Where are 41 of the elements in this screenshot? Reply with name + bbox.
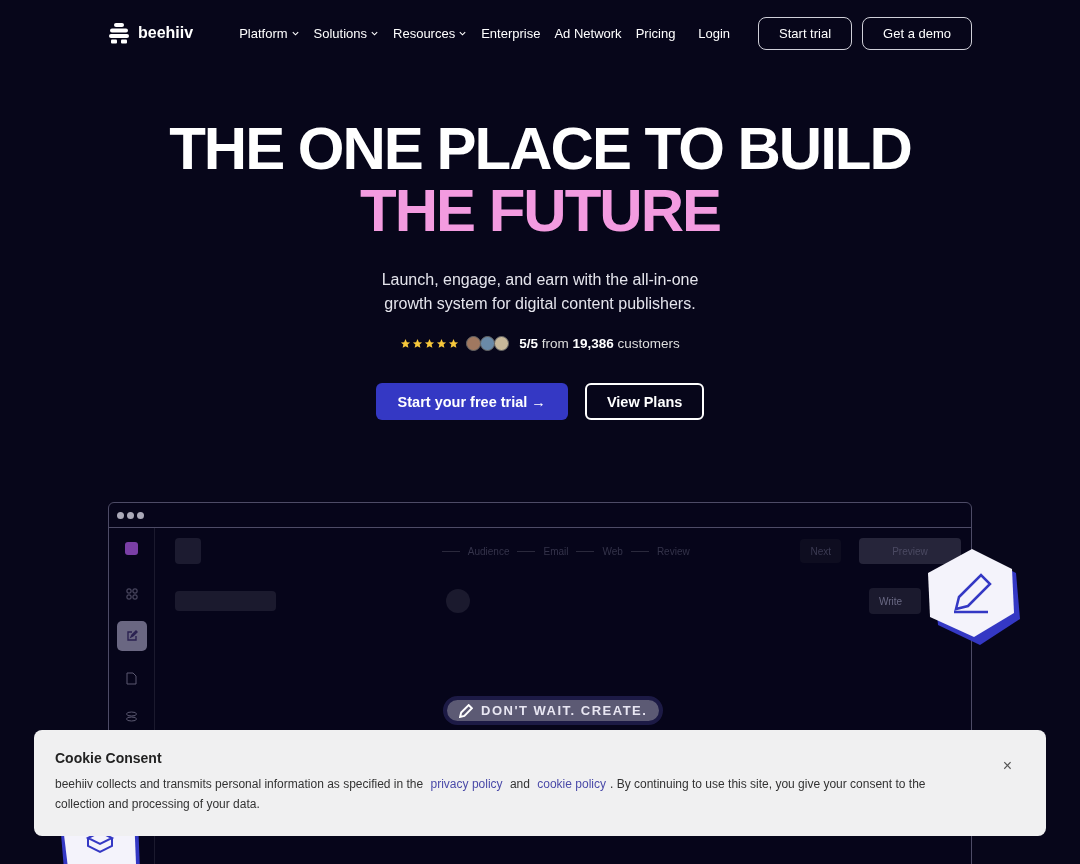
nav-link[interactable]: Ad Network bbox=[554, 25, 622, 41]
view-plans-button[interactable]: View Plans bbox=[584, 383, 705, 420]
avatar bbox=[494, 336, 510, 351]
window-dot bbox=[127, 511, 134, 519]
edit-icon bbox=[125, 630, 138, 642]
policy-link[interactable]: privacy policy bbox=[430, 777, 503, 791]
star-icon bbox=[436, 338, 448, 349]
nav-link[interactable]: Platform bbox=[239, 25, 300, 41]
avatar bbox=[466, 336, 482, 351]
hero-title-highlight: THE FUTURE bbox=[360, 180, 720, 242]
pencil-icon bbox=[459, 703, 473, 718]
login-link[interactable]: Login bbox=[698, 25, 731, 41]
grid-icon bbox=[125, 588, 138, 600]
nav-link[interactable]: Pricing bbox=[635, 25, 676, 41]
window-dot bbox=[117, 511, 124, 519]
star-icon bbox=[412, 338, 424, 349]
cookie-text: beehiiv collects and transmits personal information as specified in the privacy policy and cookie policy . By continuing to use this site, you give your consent to the collection and processing of your data. bbox=[55, 776, 927, 813]
nav-button[interactable]: Get a demo bbox=[862, 16, 972, 50]
nav-link[interactable]: Enterprise bbox=[481, 25, 541, 41]
nav-link[interactable]: Solutions bbox=[313, 25, 380, 41]
tagline-text: DON'T WAIT. CREATE. bbox=[481, 703, 648, 718]
stack-icon bbox=[125, 711, 138, 723]
sidebar-item[interactable] bbox=[116, 621, 147, 651]
star-icon bbox=[448, 338, 460, 349]
free-trial-button[interactable]: Start your free trial → bbox=[375, 383, 568, 420]
nav-link[interactable]: Resources bbox=[393, 25, 468, 41]
cookie-title: Cookie Consent bbox=[55, 750, 162, 766]
star-icon bbox=[424, 338, 436, 349]
policy-link[interactable]: cookie policy bbox=[537, 777, 606, 791]
window-dot bbox=[137, 511, 144, 519]
star-icon bbox=[400, 338, 412, 349]
nav-button[interactable]: Start trial bbox=[758, 16, 853, 50]
rating-text: 5/5 from 19,386 customers bbox=[519, 336, 680, 351]
logo-icon[interactable] bbox=[108, 22, 130, 44]
close-button[interactable]: × bbox=[996, 756, 1018, 776]
hero-subtitle: Launch, engage, and earn with the all-in-one growth system for digital content publishers. bbox=[380, 270, 700, 314]
brand-name[interactable]: beehiiv bbox=[138, 24, 194, 42]
hero-title: THE ONE PLACE TO BUILD bbox=[169, 118, 911, 180]
file-icon bbox=[126, 671, 137, 685]
app-logo-icon bbox=[125, 542, 138, 555]
avatar bbox=[480, 336, 496, 351]
